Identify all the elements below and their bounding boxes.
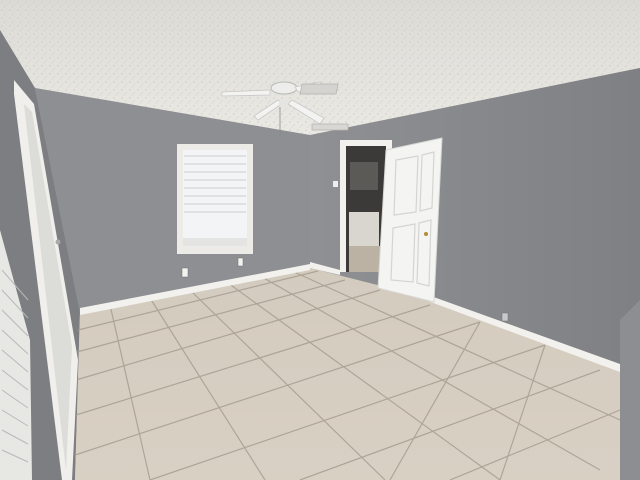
- outlet-icon: [237, 257, 244, 267]
- thermostat: [333, 181, 338, 187]
- room-illustration: [0, 0, 640, 480]
- room-photo: [0, 0, 640, 480]
- door-icon: [377, 137, 443, 303]
- outlet-icon: [501, 312, 509, 322]
- window: [177, 144, 253, 254]
- outlet-icon: [181, 267, 189, 278]
- ceiling-vent: [311, 123, 349, 131]
- ceiling-vent: [299, 83, 339, 95]
